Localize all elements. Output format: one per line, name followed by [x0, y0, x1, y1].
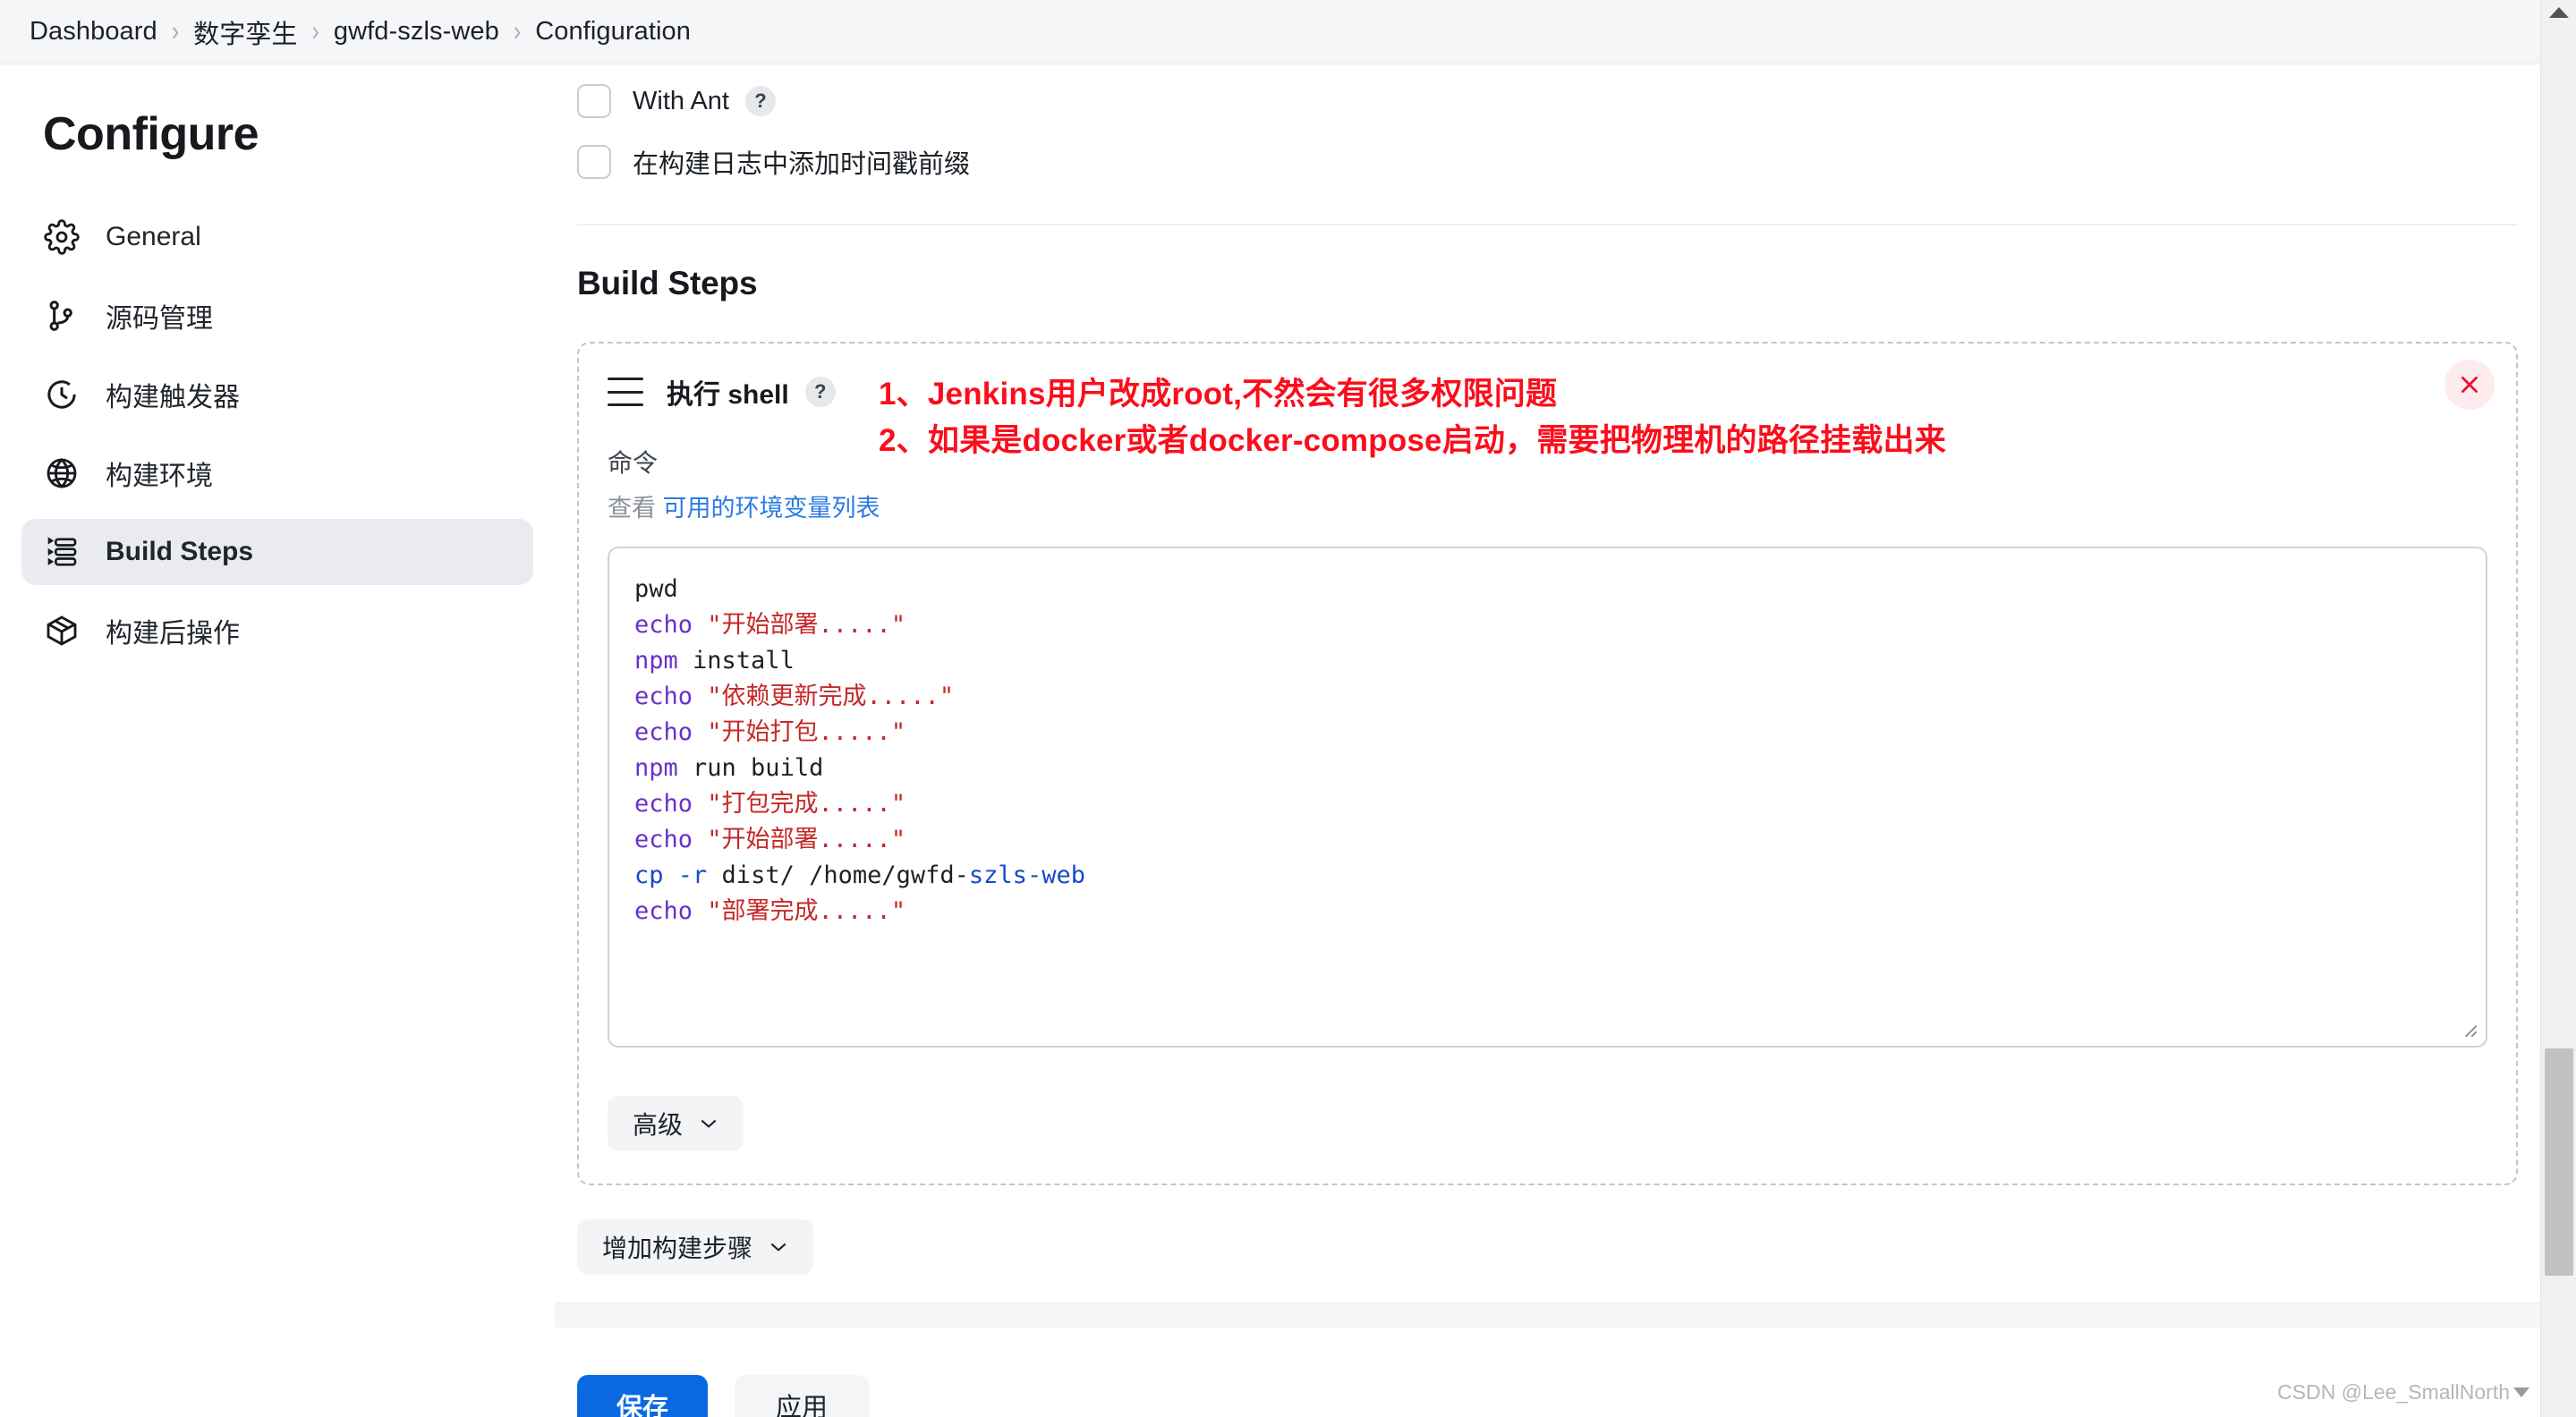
section-divider — [577, 224, 2518, 225]
advanced-button[interactable]: 高级 — [608, 1096, 744, 1151]
breadcrumb-item-job[interactable]: gwfd-szls-web — [334, 17, 499, 47]
page-scrollbar[interactable] — [2540, 0, 2576, 1417]
code-line: echo "开始打包....." — [634, 715, 2461, 751]
command-textarea[interactable]: pwdecho "开始部署....."npm installecho "依赖更新… — [608, 547, 2487, 1048]
chevron-down-icon — [769, 1242, 788, 1252]
code-line: echo "部署完成....." — [634, 894, 2461, 929]
code-line: echo "打包完成....." — [634, 786, 2461, 822]
scrollbar-thumb[interactable] — [2545, 1048, 2573, 1276]
add-build-step-button[interactable]: 增加构建步骤 — [577, 1219, 813, 1275]
watermark-text: CSDN @Lee_SmallNorth — [2277, 1380, 2510, 1404]
build-step-card: 执行 shell ? 1、Jenkins用户改成root,不然会有很多权限问题 … — [577, 342, 2518, 1185]
configure-main: With Ant ? 在构建日志中添加时间戳前缀 Build Steps 执行 … — [555, 64, 2540, 1417]
footer-separator — [555, 1302, 2540, 1328]
code-line: echo "依赖更新完成....." — [634, 679, 2461, 715]
sidebar-item-post-build[interactable]: 构建后操作 — [21, 598, 533, 664]
checkbox-row-with-ant: With Ant ? — [577, 84, 2540, 118]
step-title: 执行 shell — [667, 372, 789, 412]
sidebar-item-label: 构建环境 — [106, 454, 213, 493]
help-icon[interactable]: ? — [805, 377, 836, 407]
breadcrumb-item-dashboard[interactable]: Dashboard — [30, 17, 157, 47]
list-steps-icon — [43, 533, 81, 571]
code-line: npm install — [634, 643, 2461, 679]
annotation-line-1: 1、Jenkins用户改成root,不然会有很多权限问题 — [879, 369, 1557, 414]
breadcrumb-item-folder[interactable]: 数字孪生 — [193, 13, 297, 51]
save-button[interactable]: 保存 — [577, 1375, 708, 1417]
add-step-row: 增加构建步骤 — [577, 1219, 2540, 1275]
globe-icon — [43, 454, 81, 492]
advanced-button-label: 高级 — [633, 1106, 683, 1141]
help-icon[interactable]: ? — [745, 86, 776, 116]
env-vars-hint-prefix: 查看 — [608, 495, 656, 522]
sidebar-item-build-environment[interactable]: 构建环境 — [21, 440, 533, 506]
form-actions: 保存 应用 — [555, 1328, 2540, 1417]
breadcrumb-separator-icon: › — [514, 15, 521, 47]
build-steps-heading: Build Steps — [577, 265, 2540, 302]
breadcrumb-item-configuration[interactable]: Configuration — [535, 17, 691, 47]
sidebar-item-label: 构建后操作 — [106, 611, 240, 650]
sidebar-item-build-steps[interactable]: Build Steps — [21, 519, 533, 585]
checkbox-row-timestamp: 在构建日志中添加时间戳前缀 — [577, 143, 2540, 181]
code-line: echo "开始部署....." — [634, 607, 2461, 643]
package-icon — [43, 612, 81, 649]
advanced-row: 高级 — [608, 1096, 2487, 1151]
remove-step-button[interactable] — [2444, 360, 2495, 410]
code-line: cp -r dist/ /home/gwfd-szls-web — [634, 858, 2461, 894]
breadcrumb-separator-icon: › — [312, 15, 319, 47]
sidebar-item-label: General — [106, 222, 201, 252]
code-line: pwd — [634, 572, 2461, 607]
page-title: Configure — [0, 107, 555, 161]
apply-button[interactable]: 应用 — [735, 1375, 869, 1417]
resize-handle-icon[interactable] — [2457, 1017, 2480, 1040]
breadcrumb-separator-icon: › — [172, 15, 179, 47]
sidebar-item-label: 源码管理 — [106, 296, 213, 335]
env-vars-hint: 查看 可用的环境变量列表 — [608, 488, 2487, 523]
command-code-content: pwdecho "开始部署....."npm installecho "依赖更新… — [634, 572, 2461, 929]
configure-sidebar: Configure General 源码管理 — [0, 64, 555, 1417]
sidebar-item-label: Build Steps — [106, 537, 253, 567]
with-ant-label: With Ant — [633, 87, 729, 116]
app-root: Dashboard › 数字孪生 › gwfd-szls-web › Confi… — [0, 0, 2576, 1417]
sidebar-item-general[interactable]: General — [21, 204, 533, 270]
watermark: CSDN @Lee_SmallNorth — [2277, 1380, 2529, 1404]
chevron-down-icon — [699, 1118, 718, 1129]
sidebar-item-scm[interactable]: 源码管理 — [21, 283, 533, 349]
add-build-step-label: 增加构建步骤 — [602, 1229, 752, 1265]
git-branch-icon — [43, 297, 81, 335]
scroll-up-arrow-icon[interactable] — [2549, 7, 2569, 18]
drag-handle-icon[interactable] — [608, 378, 643, 406]
code-line: npm run build — [634, 751, 2461, 786]
timestamp-prefix-checkbox[interactable] — [577, 145, 611, 179]
breadcrumb: Dashboard › 数字孪生 › gwfd-szls-web › Confi… — [0, 0, 2540, 64]
gear-icon — [43, 218, 81, 256]
sidebar-item-build-triggers[interactable]: 构建触发器 — [21, 361, 533, 428]
caret-down-icon — [2513, 1387, 2529, 1397]
with-ant-checkbox[interactable] — [577, 84, 611, 118]
code-line: echo "开始部署....." — [634, 822, 2461, 858]
timestamp-prefix-label: 在构建日志中添加时间戳前缀 — [633, 143, 970, 181]
clock-icon — [43, 376, 81, 413]
env-vars-link[interactable]: 可用的环境变量列表 — [663, 495, 880, 522]
sidebar-item-label: 构建触发器 — [106, 375, 240, 414]
annotation-line-2: 2、如果是docker或者docker-compose启动，需要把物理机的路径挂… — [879, 415, 1946, 461]
